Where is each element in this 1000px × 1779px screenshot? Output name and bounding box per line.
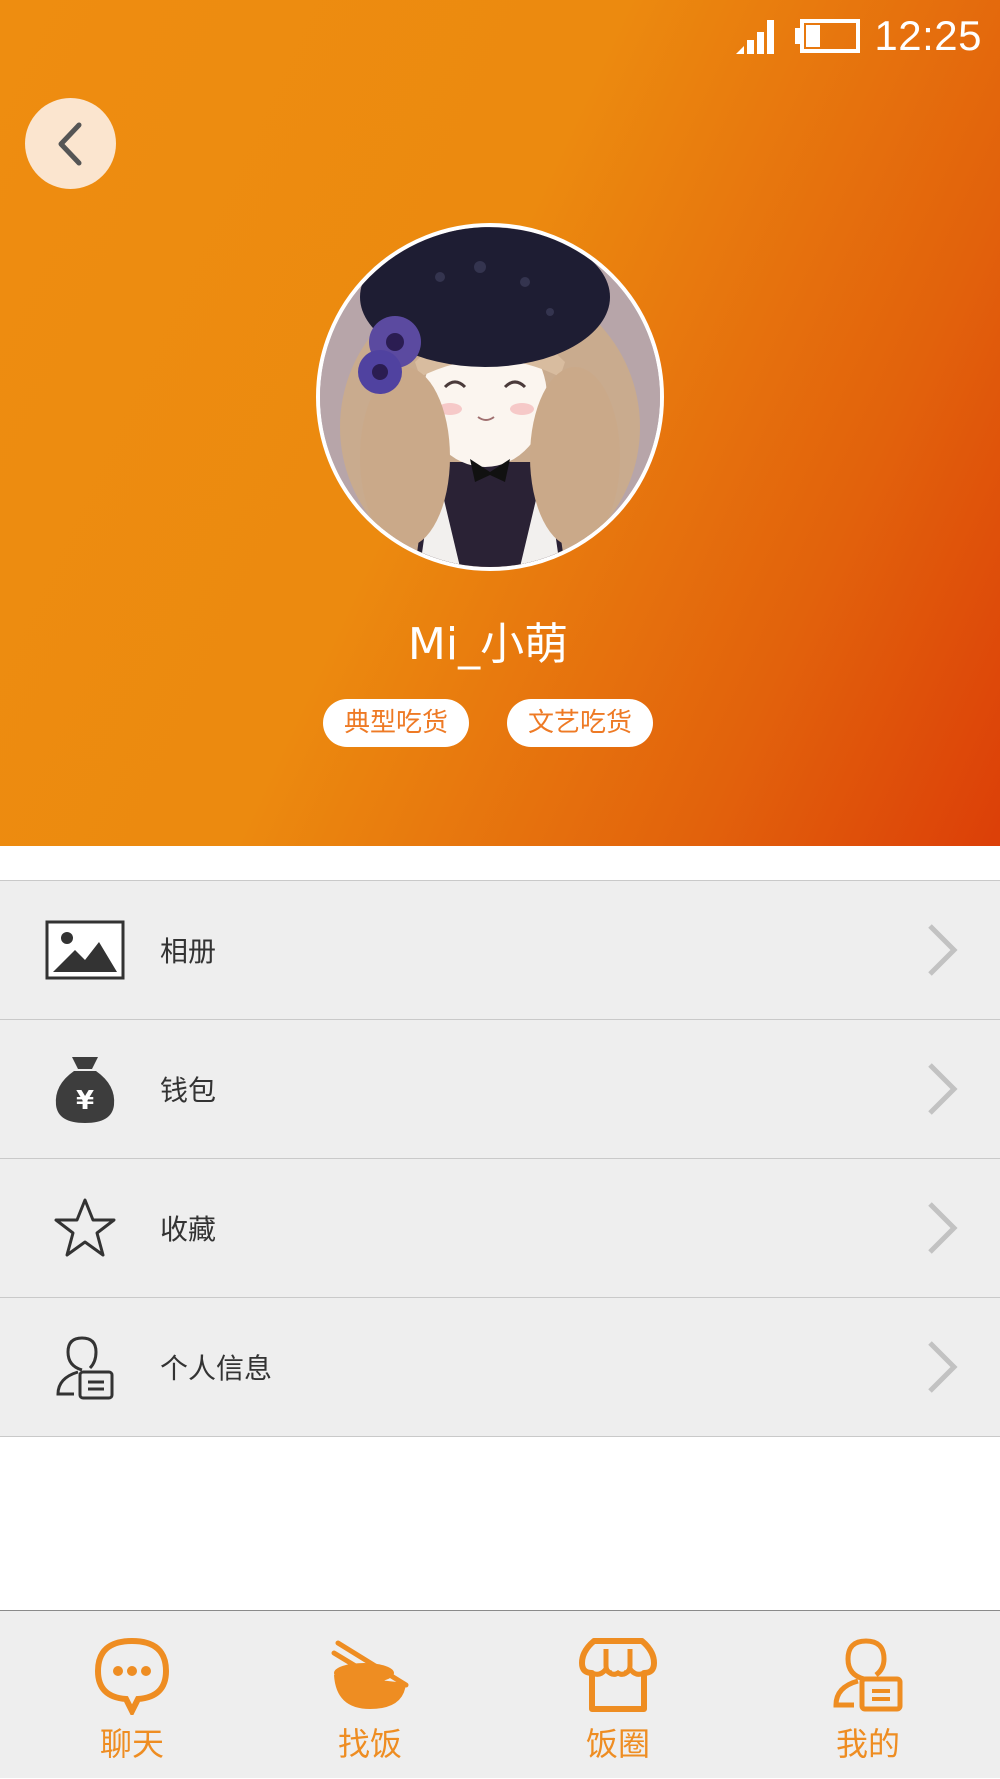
menu-item-favorites[interactable]: 收藏: [0, 1158, 1000, 1297]
tag: 典型吃货: [323, 699, 469, 747]
star-icon: [44, 1187, 126, 1269]
menu-item-wallet[interactable]: ¥ 钱包: [0, 1019, 1000, 1158]
profile-header: 12:25 Mi_小萌 典型吃货 文艺吃货: [0, 0, 1000, 846]
tab-label: 我的: [835, 1725, 900, 1763]
tab-food-circle[interactable]: 饭圈: [538, 1611, 698, 1779]
tab-label: 找饭: [337, 1725, 402, 1763]
tab-mine[interactable]: 我的: [788, 1611, 948, 1779]
chevron-right-icon: [928, 1063, 958, 1115]
chevron-left-icon: [58, 122, 81, 165]
tab-find-food[interactable]: 找饭: [290, 1611, 450, 1779]
avatar[interactable]: [316, 223, 664, 571]
tab-chat[interactable]: 聊天: [52, 1611, 212, 1779]
chevron-right-icon: [928, 1202, 958, 1254]
rice-bowl-icon: [331, 1640, 409, 1709]
image-icon: [44, 909, 126, 991]
menu-item-label: 收藏: [160, 1213, 217, 1246]
tag: 文艺吃货: [507, 699, 653, 747]
bottom-tab-bar: 聊天 找饭 饭圈 我的: [0, 1610, 1000, 1778]
username: Mi_小萌: [407, 619, 569, 670]
status-bar: 12:25: [734, 12, 982, 59]
avatar-illustration: [320, 227, 660, 567]
menu-item-label: 相册: [160, 935, 217, 968]
user-card-icon: [833, 1638, 903, 1712]
menu-item-profile-info[interactable]: 个人信息: [0, 1297, 1000, 1437]
tag-list: 典型吃货 文艺吃货: [0, 699, 976, 747]
menu-item-album[interactable]: 相册: [0, 880, 1000, 1019]
battery-icon: [795, 19, 861, 53]
menu-item-label: 钱包: [160, 1074, 217, 1107]
back-button[interactable]: [25, 98, 116, 189]
signal-icon: [736, 20, 775, 54]
tab-label: 聊天: [99, 1725, 164, 1763]
money-bag-icon: ¥: [44, 1048, 126, 1130]
chevron-right-icon: [928, 924, 958, 976]
chat-bubble-icon: [94, 1637, 170, 1715]
storefront-icon: [579, 1638, 657, 1712]
menu-item-label: 个人信息: [160, 1352, 273, 1385]
chevron-right-icon: [928, 1341, 958, 1393]
svg-text:¥: ¥: [76, 1086, 94, 1116]
clock: 12:25: [874, 12, 982, 59]
tab-label: 饭圈: [585, 1725, 650, 1763]
menu-list: 相册 ¥ 钱包 收藏 个人信息: [0, 880, 1000, 1437]
user-card-icon: [44, 1326, 126, 1408]
